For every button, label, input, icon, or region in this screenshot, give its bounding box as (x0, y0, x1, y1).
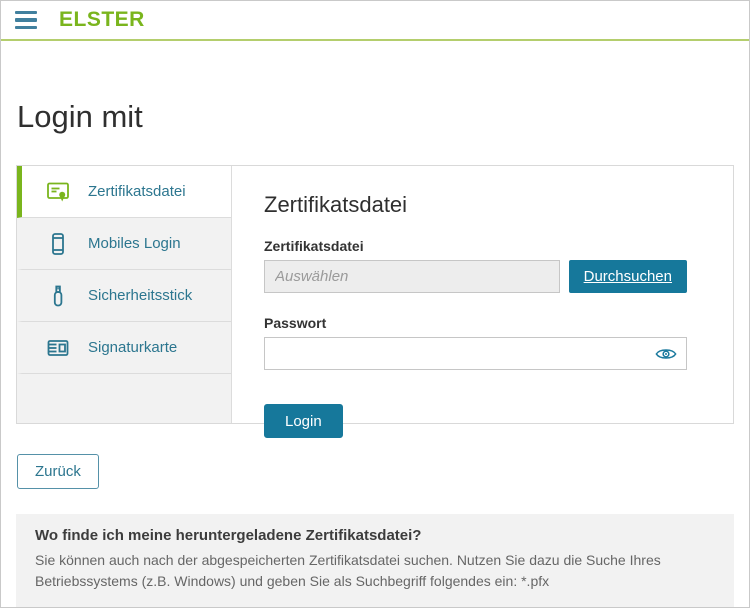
help-box-text: Sie können auch nach der abgespeicherten… (35, 550, 695, 592)
tab-sicherheitsstick[interactable]: Sicherheitsstick (17, 270, 231, 322)
form-heading: Zertifikatsdatei (264, 192, 687, 218)
tab-label: Sicherheitsstick (88, 287, 192, 304)
hamburger-icon (15, 18, 37, 21)
certificate-file-row: Durchsuchen (264, 260, 687, 293)
back-button[interactable]: Zurück (17, 454, 99, 489)
certificate-file-label: Zertifikatsdatei (264, 238, 687, 254)
show-password-button[interactable] (653, 344, 679, 364)
certificate-icon (46, 179, 70, 205)
tab-label: Zertifikatsdatei (88, 183, 186, 200)
tab-label: Mobiles Login (88, 235, 181, 252)
certificate-file-input[interactable] (264, 260, 560, 293)
page-title: Login mit (17, 99, 733, 135)
login-method-tabs: Zertifikatsdatei Mobiles Login Sicherhei… (17, 166, 231, 423)
sidebar-filler (17, 374, 231, 423)
smartphone-icon (46, 231, 70, 257)
tab-zertifikatsdatei[interactable]: Zertifikatsdatei (17, 166, 231, 218)
password-input[interactable] (264, 337, 687, 370)
usb-stick-icon (46, 283, 70, 309)
top-bar: ELSTER (1, 1, 749, 41)
elster-logo[interactable]: ELSTER (59, 8, 145, 32)
password-field-wrap (264, 337, 687, 370)
tab-label: Signaturkarte (88, 339, 177, 356)
password-label: Passwort (264, 315, 687, 331)
browse-button[interactable]: Durchsuchen (569, 260, 687, 293)
help-box-title: Wo finde ich meine heruntergeladene Zert… (35, 527, 715, 544)
certificate-login-form: Zertifikatsdatei Zertifikatsdatei Durchs… (231, 166, 733, 423)
menu-button[interactable] (15, 11, 37, 29)
hamburger-icon (15, 11, 37, 14)
login-page: ELSTER Login mit Zertifikatsdatei (0, 0, 750, 608)
certificate-help-box: Wo finde ich meine heruntergeladene Zert… (16, 514, 734, 608)
login-method-panel: Zertifikatsdatei Mobiles Login Sicherhei… (16, 165, 734, 424)
back-row: Zurück (1, 424, 749, 489)
tab-mobiles-login[interactable]: Mobiles Login (17, 218, 231, 270)
signature-card-icon (46, 335, 70, 361)
hamburger-icon (15, 26, 37, 29)
eye-icon (655, 346, 677, 362)
tab-signaturkarte[interactable]: Signaturkarte (17, 322, 231, 374)
